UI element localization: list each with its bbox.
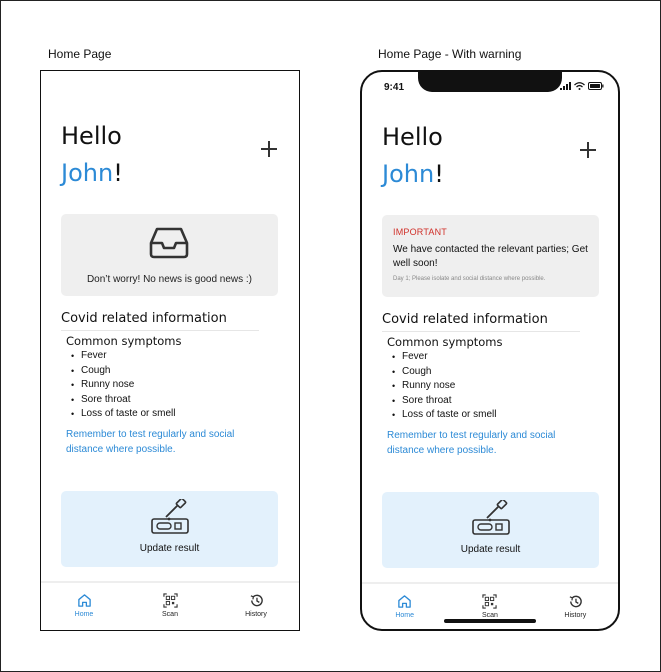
symptom-item: Fever <box>392 350 496 365</box>
symptom-item: Cough <box>392 365 496 380</box>
symptom-item: Fever <box>71 349 175 364</box>
tab-home[interactable]: Home <box>362 584 447 629</box>
home-indicator <box>444 619 536 623</box>
qr-scan-icon <box>162 593 178 608</box>
greeting: Hello John! <box>61 118 123 192</box>
wifi-icon <box>574 82 585 90</box>
update-result-button[interactable]: Update result <box>61 491 278 567</box>
greeting-punct: ! <box>113 159 123 187</box>
symptoms-list: Fever Cough Runny nose Sore throat Loss … <box>392 350 496 423</box>
tab-home[interactable]: Home <box>41 583 127 630</box>
symptoms-list: Fever Cough Runny nose Sore throat Loss … <box>71 349 175 422</box>
tab-bar: Home Scan History <box>362 582 618 629</box>
symptom-item: Sore throat <box>392 394 496 409</box>
symptoms-title: Common symptoms <box>66 334 182 348</box>
symptom-item: Sore throat <box>71 393 175 408</box>
news-card: Don’t worry! No news is good news :) <box>61 214 278 296</box>
greeting-hello: Hello <box>61 122 122 150</box>
symptom-item: Cough <box>71 364 175 379</box>
update-result-label: Update result <box>139 543 200 554</box>
frame-label-home: Home Page <box>48 47 112 61</box>
greeting: Hello John! <box>382 119 444 193</box>
tab-label: Scan <box>162 611 178 618</box>
update-result-button[interactable]: Update result <box>382 492 599 568</box>
greeting-name-line: John! <box>61 155 123 192</box>
phone-warning: 9:41 Hello John! IMPORTANT We have conta… <box>360 70 620 631</box>
battery-icon <box>588 82 604 90</box>
tab-scan[interactable]: Scan <box>127 583 213 630</box>
tab-label: History <box>245 611 267 618</box>
add-button[interactable] <box>580 142 596 158</box>
tab-label: Home <box>74 611 94 618</box>
symptom-item: Runny nose <box>71 378 175 393</box>
phone-notch <box>418 72 562 92</box>
history-icon <box>250 594 263 607</box>
symptom-item: Loss of taste or smell <box>71 407 175 422</box>
greeting-name: John <box>61 159 114 187</box>
tab-scan[interactable]: Scan <box>447 584 532 629</box>
news-text: Don’t worry! No news is good news :) <box>86 274 253 285</box>
greeting-punct: ! <box>434 160 444 188</box>
warning-card: IMPORTANT We have contacted the relevant… <box>382 215 599 297</box>
tab-label: History <box>564 612 587 619</box>
inbox-icon <box>149 227 189 259</box>
history-icon <box>569 595 582 608</box>
greeting-hello: Hello <box>382 123 443 151</box>
status-icons <box>560 82 604 90</box>
reminder-text: Remember to test regularly and social di… <box>387 430 556 456</box>
add-button[interactable] <box>261 141 277 157</box>
section-divider <box>61 330 259 331</box>
signal-icon <box>560 82 571 90</box>
update-result-label: Update result <box>460 544 521 555</box>
status-time: 9:41 <box>384 82 405 93</box>
covid-section-title: Covid related information <box>61 311 227 326</box>
frame-label-warning: Home Page - With warning <box>378 47 522 61</box>
warning-title: IMPORTANT <box>393 227 447 237</box>
greeting-name-line: John! <box>382 156 444 193</box>
reminder-text: Remember to test regularly and social di… <box>66 429 235 455</box>
covid-section-title: Covid related information <box>382 312 548 327</box>
symptom-item: Runny nose <box>392 379 496 394</box>
tab-bar: Home Scan History <box>41 581 299 630</box>
symptoms-title: Common symptoms <box>387 335 503 349</box>
warning-body: We have contacted the relevant parties; … <box>393 244 588 269</box>
symptom-item: Loss of taste or smell <box>392 408 496 423</box>
test-kit-icon <box>472 500 510 535</box>
section-divider <box>382 331 580 332</box>
phone-home: Hello John! Don’t worry! No news is good… <box>40 70 300 631</box>
qr-scan-icon <box>482 594 498 609</box>
home-icon <box>77 594 91 607</box>
tab-label: Scan <box>482 612 498 619</box>
home-icon <box>398 595 411 608</box>
warning-note: Day 1; Please isolate and social distanc… <box>393 276 546 282</box>
tab-history[interactable]: History <box>213 583 299 630</box>
tab-label: Home <box>395 612 414 619</box>
test-kit-icon <box>151 499 189 534</box>
tab-history[interactable]: History <box>533 584 618 629</box>
greeting-name: John <box>382 160 435 188</box>
